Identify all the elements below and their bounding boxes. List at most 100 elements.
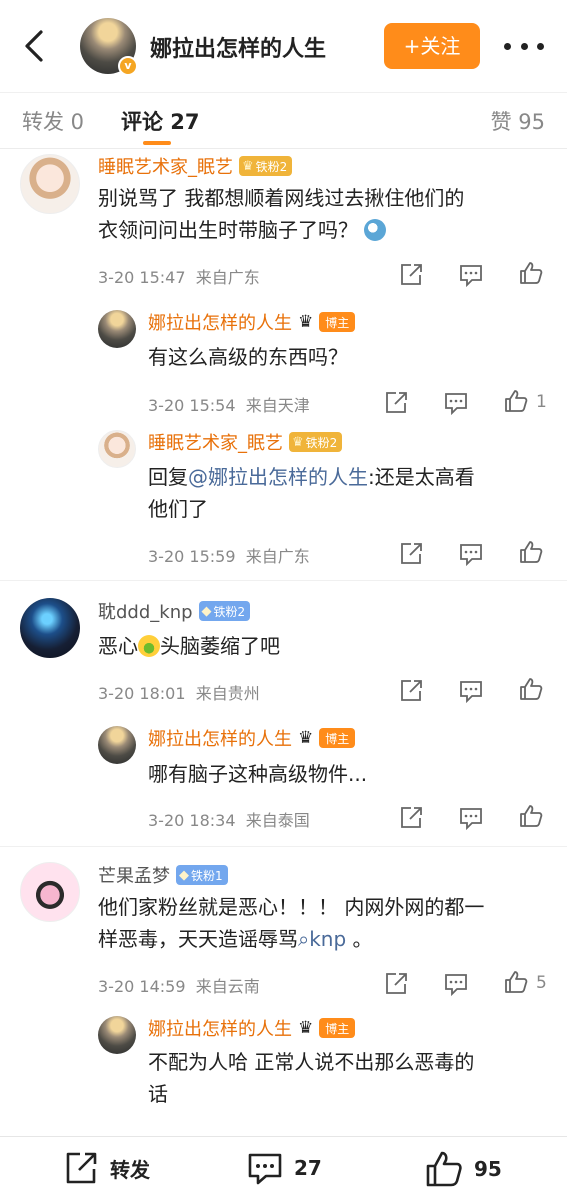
tab-comments[interactable]: 评论 27 bbox=[121, 106, 200, 136]
share-icon[interactable] bbox=[398, 541, 424, 567]
share-icon[interactable] bbox=[398, 805, 424, 831]
reply-username[interactable]: 娜拉出怎样的人生 ♛ 博主 bbox=[148, 725, 356, 751]
comment-line: 。 bbox=[352, 927, 373, 951]
avatar[interactable] bbox=[20, 862, 80, 922]
comment-line: 恶心 bbox=[98, 634, 138, 658]
reply-time: 3-20 18:34 bbox=[148, 811, 236, 830]
comment-username[interactable]: 芒果孟梦 ◆ 铁粉1 bbox=[98, 862, 228, 888]
comment-meta: 3-20 15:47 来自广东 bbox=[98, 264, 260, 288]
chevron-left-icon bbox=[25, 30, 43, 62]
tab-likes[interactable]: 赞 95 bbox=[491, 106, 545, 136]
fan-badge-label: 铁粉2 bbox=[255, 159, 288, 174]
more-dots-icon[interactable] bbox=[504, 36, 544, 56]
comment-count: 27 bbox=[294, 1156, 322, 1180]
share-icon[interactable] bbox=[398, 262, 424, 288]
username-text: 娜拉出怎样的人生 bbox=[148, 1019, 292, 1040]
comment-icon[interactable] bbox=[458, 262, 484, 288]
follow-button[interactable]: +关注 bbox=[384, 23, 480, 69]
like-count: 5 bbox=[536, 973, 547, 993]
reply-prefix: 回复 bbox=[148, 465, 188, 489]
like-count: 95 bbox=[474, 1157, 502, 1181]
comment-location: 来自广东 bbox=[195, 268, 260, 287]
crown-icon: ♛ bbox=[298, 1018, 314, 1038]
username-text: 芒果孟梦 bbox=[98, 866, 170, 887]
avatar[interactable] bbox=[98, 726, 136, 764]
reply-location: 来自泰国 bbox=[245, 811, 310, 830]
repost-button[interactable]: 转发 bbox=[62, 1149, 150, 1187]
avatar[interactable] bbox=[20, 598, 80, 658]
reply-time: 3-20 15:59 bbox=[148, 547, 236, 566]
avatar[interactable] bbox=[98, 310, 136, 348]
avatar[interactable] bbox=[20, 154, 80, 214]
like-icon[interactable] bbox=[503, 388, 529, 414]
fan-badge: ♛ 铁粉2 bbox=[239, 156, 293, 176]
share-icon[interactable] bbox=[383, 390, 409, 416]
search-icon: ⌕ bbox=[298, 927, 310, 951]
comment-line: 他们家粉丝就是恶心！！！ 内网外网的都一 bbox=[98, 895, 485, 919]
reply-meta: 3-20 15:59 来自广东 bbox=[148, 543, 310, 567]
host-badge: 博主 bbox=[319, 1018, 356, 1038]
like-count: 1 bbox=[536, 392, 547, 412]
reply-username[interactable]: 娜拉出怎样的人生 ♛ 博主 bbox=[148, 1015, 356, 1041]
like-icon[interactable] bbox=[518, 676, 544, 702]
comment-text: 恶心 头脑萎缩了吧 bbox=[98, 630, 280, 662]
comment-line: 别说骂了 我都想顺着网线过去揪住他们的 bbox=[98, 186, 465, 210]
like-icon[interactable] bbox=[518, 803, 544, 829]
comment-button[interactable]: 27 bbox=[246, 1149, 322, 1187]
comment-meta: 3-20 18:01 来自贵州 bbox=[98, 680, 260, 704]
search-link[interactable]: ⌕knp bbox=[298, 927, 346, 951]
like-icon[interactable] bbox=[518, 539, 544, 565]
host-badge: 博主 bbox=[319, 728, 356, 748]
comment-location: 来自贵州 bbox=[195, 684, 260, 703]
comment-username[interactable]: 睡眠艺术家_眠艺 ♛ 铁粉2 bbox=[98, 153, 293, 179]
reply-username[interactable]: 娜拉出怎样的人生 ♛ 博主 bbox=[148, 309, 356, 335]
comment-line: 头脑萎缩了吧 bbox=[160, 634, 280, 658]
comment-username[interactable]: 耽ddd_knp ◆ 铁粉2 bbox=[98, 598, 251, 624]
fan-badge: ◆ 铁粉1 bbox=[176, 865, 228, 885]
like-icon[interactable] bbox=[518, 260, 544, 286]
mention-link[interactable]: @娜拉出怎样的人生 bbox=[188, 465, 368, 489]
comment-time: 3-20 14:59 bbox=[98, 977, 186, 996]
reply-line: 话 bbox=[148, 1082, 168, 1106]
reply-text: 哪有脑子这种高级物件... bbox=[148, 762, 368, 786]
reply-time: 3-20 15:54 bbox=[148, 396, 236, 415]
avatar[interactable] bbox=[98, 1016, 136, 1054]
top-bar: v 娜拉出怎样的人生 +关注 bbox=[0, 0, 567, 92]
comment-location: 来自云南 bbox=[195, 977, 260, 996]
like-icon[interactable] bbox=[503, 969, 529, 995]
verified-icon: v bbox=[118, 56, 138, 76]
search-link-text: knp bbox=[309, 927, 347, 951]
avatar[interactable] bbox=[98, 430, 136, 468]
share-icon[interactable] bbox=[383, 971, 409, 997]
comment-icon[interactable] bbox=[443, 971, 469, 997]
comment-icon[interactable] bbox=[458, 805, 484, 831]
bottom-action-bar: 转发 27 95 bbox=[0, 1136, 567, 1200]
comment-divider bbox=[0, 580, 567, 581]
back-button[interactable] bbox=[16, 28, 52, 64]
fan-badge: ◆ 铁粉2 bbox=[198, 601, 251, 621]
tab-repost[interactable]: 转发 0 bbox=[22, 106, 84, 136]
like-button[interactable]: 95 bbox=[424, 1149, 502, 1189]
crown-icon: ♛ bbox=[292, 434, 304, 450]
diamond-icon: ◆ bbox=[201, 603, 212, 619]
reply-username[interactable]: 睡眠艺术家_眠艺 ♛ 铁粉2 bbox=[148, 429, 343, 455]
username-text: 耽ddd_knp bbox=[98, 602, 193, 623]
divider bbox=[0, 148, 567, 149]
blogger-name[interactable]: 娜拉出怎样的人生 bbox=[150, 31, 326, 63]
blogger-avatar[interactable]: v bbox=[80, 18, 138, 76]
comment-divider bbox=[0, 846, 567, 847]
comment-icon[interactable] bbox=[458, 541, 484, 567]
fan-badge-label: 铁粉2 bbox=[305, 435, 338, 450]
reply-line: 不配为人哈 正常人说不出那么恶毒的 bbox=[148, 1050, 475, 1074]
comment-text: 别说骂了 我都想顺着网线过去揪住他们的 衣领问问出生时带脑子了吗？ bbox=[98, 182, 464, 246]
comment-text: 他们家粉丝就是恶心！！！ 内网外网的都一 样恶毒，天天造谣辱骂⌕knp 。 bbox=[98, 891, 484, 955]
reply-line: 他们了 bbox=[148, 497, 208, 521]
comment-icon[interactable] bbox=[443, 390, 469, 416]
comment-line: 衣领问问出生时带脑子了吗？ bbox=[98, 218, 358, 242]
comment-time: 3-20 15:47 bbox=[98, 268, 186, 287]
like-icon bbox=[426, 1151, 462, 1187]
share-icon[interactable] bbox=[398, 678, 424, 704]
diamond-icon: ◆ bbox=[179, 867, 189, 883]
comment-icon[interactable] bbox=[458, 678, 484, 704]
active-tab-indicator bbox=[143, 141, 171, 145]
